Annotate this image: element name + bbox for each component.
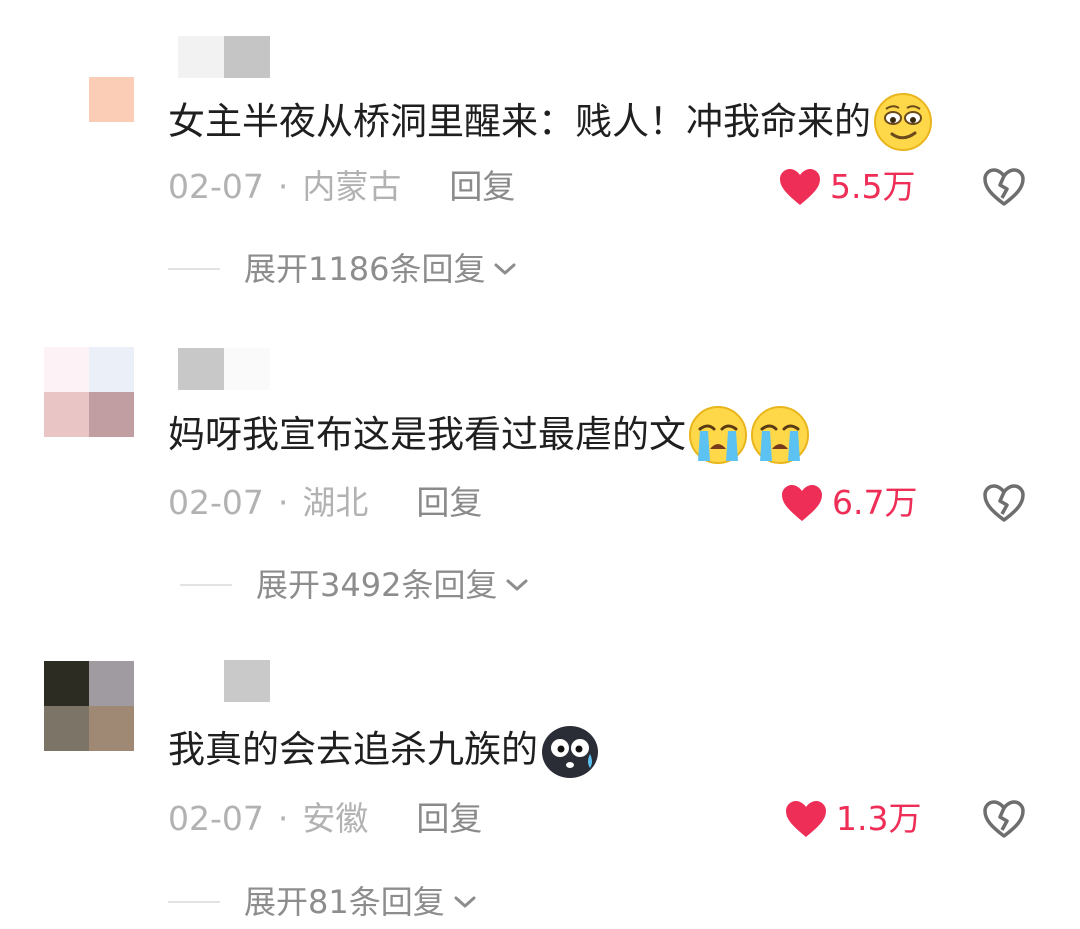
expand-replies-label: 展开81条回复 <box>244 883 445 921</box>
dislike-button[interactable] <box>982 483 1026 527</box>
broken-heart-icon <box>983 168 1025 206</box>
chevron-down-icon <box>454 896 476 908</box>
comment-meta: 02-07 · 湖北 回复 <box>168 481 482 525</box>
comment-date: 02-07 <box>168 483 264 522</box>
avatar[interactable] <box>44 32 134 122</box>
comment-text-content: 妈呀我宣布这是我看过最虐的文 <box>168 413 686 456</box>
avatar[interactable] <box>44 347 134 437</box>
meta-separator: · <box>277 799 289 838</box>
comment-text: 女主半夜从桥洞里醒来：贱人！冲我命来的 <box>168 92 933 152</box>
dislike-button[interactable] <box>982 167 1026 211</box>
username-blurred[interactable] <box>178 36 270 78</box>
scared-black-emoji <box>542 726 598 778</box>
dislike-button[interactable] <box>982 799 1026 843</box>
comment-date: 02-07 <box>168 167 264 206</box>
meta-separator: · <box>277 483 289 522</box>
reply-button[interactable]: 回复 <box>416 481 482 525</box>
heart-icon <box>782 485 822 521</box>
broken-heart-icon <box>983 800 1025 838</box>
avatar[interactable] <box>44 661 134 751</box>
comment-meta: 02-07 · 安徽 回复 <box>168 797 482 841</box>
heart-icon <box>780 169 820 205</box>
expand-divider <box>180 584 232 586</box>
expand-divider <box>168 268 220 270</box>
like-button[interactable]: 5.5万 <box>778 165 915 209</box>
expand-replies[interactable]: 展开3492条回复 <box>180 563 529 607</box>
reply-button[interactable]: 回复 <box>449 165 515 209</box>
like-count: 1.3万 <box>836 799 922 838</box>
broken-heart-icon <box>983 484 1025 522</box>
expand-replies[interactable]: 展开81条回复 <box>168 880 477 924</box>
comment-text: 我真的会去追杀九族的 <box>168 720 600 780</box>
comment-text-content: 女主半夜从桥洞里醒来：贱人！冲我命来的 <box>168 100 871 143</box>
meta-separator: · <box>277 167 289 206</box>
crying-emoji <box>751 406 809 464</box>
like-button[interactable]: 1.3万 <box>784 797 921 841</box>
username-blurred[interactable] <box>178 660 270 702</box>
expand-replies-label: 展开3492条回复 <box>256 566 498 604</box>
comment-location: 内蒙古 <box>302 167 402 206</box>
like-count: 6.7万 <box>832 483 918 522</box>
reply-button[interactable]: 回复 <box>416 797 482 841</box>
comment-location: 安徽 <box>302 799 369 838</box>
expand-replies-label: 展开1186条回复 <box>244 250 486 288</box>
like-count: 5.5万 <box>830 167 916 206</box>
crying-emoji <box>689 406 747 464</box>
chevron-down-icon <box>506 579 528 591</box>
chevron-down-icon <box>494 263 516 275</box>
heart-icon <box>786 801 826 837</box>
comment-meta: 02-07 · 内蒙古 回复 <box>168 165 515 209</box>
username-blurred[interactable] <box>178 348 270 390</box>
comment-location: 湖北 <box>302 483 369 522</box>
expand-divider <box>168 901 220 903</box>
like-button[interactable]: 6.7万 <box>780 481 917 525</box>
smirk-emoji <box>874 93 932 151</box>
comment-text-content: 我真的会去追杀九族的 <box>168 728 538 771</box>
expand-replies[interactable]: 展开1186条回复 <box>168 247 517 291</box>
comment-text: 妈呀我宣布这是我看过最虐的文 <box>168 405 810 465</box>
comment-date: 02-07 <box>168 799 264 838</box>
